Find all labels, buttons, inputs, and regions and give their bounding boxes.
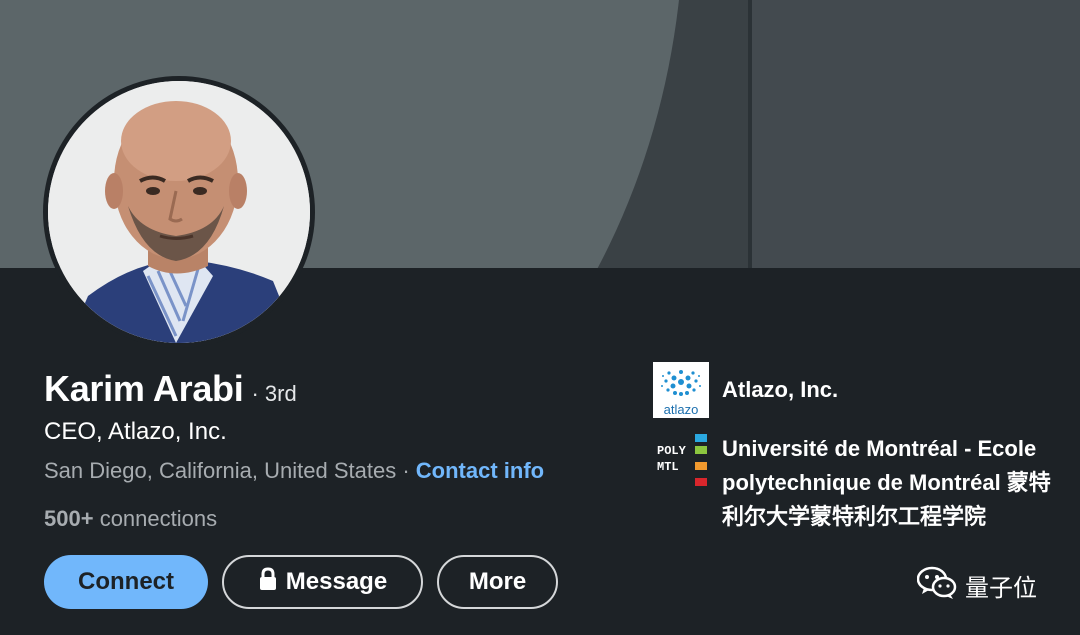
contact-info-link[interactable]: Contact info	[416, 458, 544, 483]
more-label: More	[468, 568, 527, 595]
polymtl-logo-icon: POLY MTL	[653, 432, 709, 488]
education-school[interactable]: POLY MTL Université de Montréal - Ecole …	[653, 432, 1052, 534]
profile-name: Karim Arabi	[44, 368, 244, 409]
message-label: Message	[285, 568, 388, 595]
banner-divider	[748, 0, 752, 268]
svg-text:POLY: POLY	[657, 444, 687, 458]
more-button[interactable]: More	[437, 555, 558, 609]
location-separator: ·	[402, 458, 410, 483]
profile-location: San Diego, California, United States	[44, 458, 397, 483]
svg-text:atlazo: atlazo	[664, 402, 699, 417]
atlazo-logo-icon: atlazo	[653, 362, 709, 418]
connection-degree: · 3rd	[251, 381, 297, 406]
connections-row[interactable]: 500+ connections	[44, 506, 217, 532]
school-name: Université de Montréal - Ecole polytechn…	[722, 436, 1051, 529]
company-name: Atlazo, Inc.	[722, 377, 839, 402]
connect-button[interactable]: Connect	[44, 555, 208, 609]
watermark-text: 量子位	[965, 575, 1037, 602]
avatar-photo	[48, 81, 310, 343]
connections-count: 500+	[44, 506, 94, 531]
watermark: 量子位	[916, 566, 1037, 605]
current-company[interactable]: atlazo Atlazo, Inc.	[653, 362, 838, 418]
profile-avatar[interactable]	[43, 76, 315, 348]
wechat-icon	[916, 566, 957, 605]
profile-headline: CEO, Atlazo, Inc.	[44, 418, 227, 445]
connect-label: Connect	[78, 568, 174, 595]
connections-label: connections	[99, 506, 218, 531]
lock-icon	[258, 566, 278, 598]
person-photo-icon	[48, 81, 310, 343]
name-row: Karim Arabi · 3rd	[44, 368, 297, 410]
message-button[interactable]: Message	[222, 555, 423, 609]
location-row: San Diego, California, United States · C…	[44, 458, 544, 484]
svg-text:MTL: MTL	[657, 460, 679, 474]
